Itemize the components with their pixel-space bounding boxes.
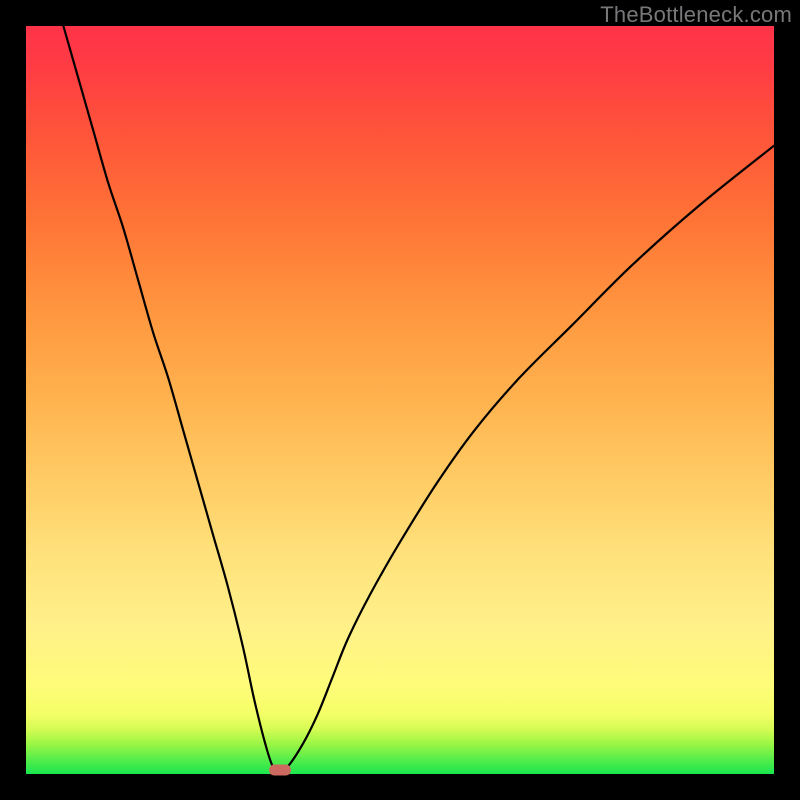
curve-svg: [26, 26, 774, 774]
plot-area: [26, 26, 774, 774]
chart-frame: TheBottleneck.com: [0, 0, 800, 800]
minimum-marker: [269, 765, 291, 776]
bottleneck-curve: [63, 26, 774, 770]
watermark-text: TheBottleneck.com: [600, 2, 792, 28]
